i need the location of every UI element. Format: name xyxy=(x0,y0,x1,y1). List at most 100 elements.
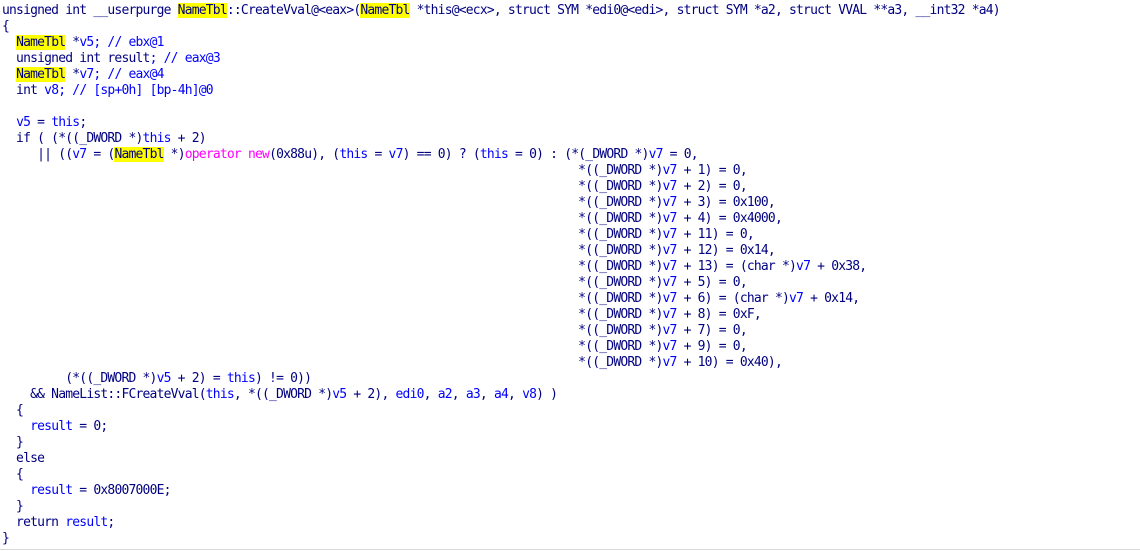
code-token[interactable]: this xyxy=(480,147,509,162)
code-token[interactable]: *((_DWORD *) xyxy=(2,211,663,226)
code-token[interactable]: this xyxy=(227,371,256,386)
highlighted-identifier[interactable]: NameTbl xyxy=(16,35,66,50)
code-token[interactable]: + 10) = 0x40), xyxy=(677,355,783,370)
code-token[interactable]: v5 xyxy=(157,371,172,386)
code-token[interactable]: + 6) = (char *) xyxy=(677,291,790,306)
code-token[interactable]: v7 xyxy=(663,307,678,322)
code-token[interactable]: unsigned int xyxy=(2,51,107,66)
code-token[interactable]: } xyxy=(2,531,10,546)
code-token[interactable]: = 0) : (*(_DWORD *) xyxy=(508,147,649,162)
code-token[interactable]: this xyxy=(339,147,368,162)
code-line[interactable]: else xyxy=(2,451,45,467)
code-line[interactable]: *((_DWORD *)v7 + 8) = 0xF, xyxy=(2,307,762,323)
code-token[interactable]: + 0x14, xyxy=(803,291,860,306)
code-line[interactable]: NameTbl *v7; // eax@4 xyxy=(2,67,164,83)
code-token[interactable]: } xyxy=(2,499,24,514)
code-line[interactable]: *((_DWORD *)v7 + 10) = 0x40), xyxy=(2,355,783,371)
code-line[interactable]: *((_DWORD *)v7 + 1) = 0, xyxy=(2,163,747,179)
code-token[interactable]: this xyxy=(143,131,172,146)
code-line[interactable]: NameTbl *v5; // ebx@1 xyxy=(2,35,164,51)
code-token[interactable]: || (( xyxy=(2,147,73,162)
code-token[interactable]: result xyxy=(30,483,73,498)
code-line[interactable]: result = 0; xyxy=(2,419,108,435)
code-token[interactable]: + 13) = (char *) xyxy=(677,259,797,274)
code-token[interactable]: *((_DWORD *) xyxy=(2,275,663,290)
code-line[interactable]: *((_DWORD *)v7 + 12) = 0x14, xyxy=(2,243,776,259)
code-token[interactable]: *((_DWORD *) xyxy=(2,179,663,194)
code-token[interactable]: + 2) = 0, xyxy=(677,179,748,194)
code-token[interactable]: *((_DWORD *) xyxy=(2,307,663,322)
code-token[interactable]: v7 xyxy=(663,195,678,210)
code-token[interactable]: * xyxy=(65,67,80,82)
code-token[interactable]: = xyxy=(30,115,51,130)
code-token[interactable]: v7 xyxy=(663,323,678,338)
code-token[interactable]: } xyxy=(2,435,24,450)
code-line[interactable]: *((_DWORD *)v7 + 6) = (char *)v7 + 0x14, xyxy=(2,291,860,307)
code-line[interactable]: *((_DWORD *)v7 + 13) = (char *)v7 + 0x38… xyxy=(2,259,867,275)
code-line[interactable]: && NameList::FCreateVval(this, *((_DWORD… xyxy=(2,387,558,403)
highlighted-identifier[interactable]: NameTbl xyxy=(360,3,410,18)
code-token[interactable]: ; // eax@4 xyxy=(93,67,164,82)
code-line[interactable]: || ((v7 = (NameTbl *)operator new(0x88u)… xyxy=(2,147,699,163)
code-token[interactable]: edi0 xyxy=(396,387,425,402)
code-token[interactable]: a4 xyxy=(494,387,509,402)
code-token[interactable]: v7 xyxy=(663,259,678,274)
code-token[interactable]: return xyxy=(2,515,65,530)
code-line[interactable]: *((_DWORD *)v7 + 9) = 0, xyxy=(2,339,747,355)
code-token[interactable]: v8 xyxy=(44,83,59,98)
code-token[interactable]: ::CreateVval@<eax>( xyxy=(227,3,361,18)
code-token[interactable]: this xyxy=(51,115,80,130)
code-token[interactable]: = 0, xyxy=(663,147,699,162)
code-token[interactable]: v7 xyxy=(796,259,811,274)
code-token[interactable]: + 9) = 0, xyxy=(677,339,748,354)
code-token[interactable]: *((_DWORD *) xyxy=(2,163,663,178)
code-token[interactable]: + 8) = 0xF, xyxy=(677,307,762,322)
code-token[interactable]: ) == 0) ? ( xyxy=(403,147,481,162)
code-token[interactable]: v5 xyxy=(16,115,31,130)
code-token[interactable]: *((_DWORD *) xyxy=(2,195,663,210)
code-token[interactable]: , *((_DWORD *) xyxy=(234,387,333,402)
code-token[interactable]: { xyxy=(2,403,24,418)
code-token[interactable]: *((_DWORD *) xyxy=(2,259,663,274)
pseudocode-view[interactable]: unsigned int __userpurge NameTbl::Create… xyxy=(0,0,1140,551)
code-token[interactable]: , xyxy=(452,387,466,402)
code-token[interactable]: result xyxy=(65,515,108,530)
code-token[interactable]: v7 xyxy=(663,243,678,258)
code-line[interactable]: unsigned int result; // eax@3 xyxy=(2,51,221,67)
code-line[interactable]: return result; xyxy=(2,515,115,531)
code-token[interactable]: *((_DWORD *) xyxy=(2,291,663,306)
code-token[interactable]: v7 xyxy=(663,163,678,178)
code-token[interactable]: = 0; xyxy=(72,419,108,434)
code-line[interactable]: { xyxy=(2,467,24,483)
code-token[interactable]: * xyxy=(65,35,80,50)
code-token[interactable]: v5 xyxy=(79,35,94,50)
code-token[interactable] xyxy=(2,35,16,50)
code-token[interactable]: v7 xyxy=(72,147,87,162)
highlighted-identifier[interactable]: NameTbl xyxy=(16,67,66,82)
code-token[interactable]: v7 xyxy=(663,339,678,354)
code-token[interactable]: , xyxy=(508,387,522,402)
code-token[interactable]: int xyxy=(2,83,44,98)
code-line[interactable]: *((_DWORD *)v7 + 11) = 0, xyxy=(2,227,755,243)
code-token[interactable]: = xyxy=(367,147,388,162)
code-token[interactable]: ) != 0)) xyxy=(255,371,312,386)
code-token[interactable]: unsigned int __userpurge xyxy=(2,3,178,18)
code-line[interactable]: } xyxy=(2,531,10,547)
code-line[interactable]: *((_DWORD *)v7 + 7) = 0, xyxy=(2,323,747,339)
code-line[interactable]: if ( (*((_DWORD *)this + 2) xyxy=(2,131,207,147)
code-token[interactable]: *this@<ecx>, struct SYM *edi0@<edi>, str… xyxy=(410,3,1001,18)
code-token[interactable]: (*((_DWORD *) xyxy=(2,371,157,386)
code-token[interactable]: *((_DWORD *) xyxy=(2,323,663,338)
code-token[interactable]: v7 xyxy=(663,179,678,194)
code-token[interactable]: ; xyxy=(79,115,87,130)
code-token[interactable]: *((_DWORD *) xyxy=(2,227,663,242)
code-token[interactable] xyxy=(2,483,30,498)
code-token[interactable]: , xyxy=(480,387,494,402)
highlighted-identifier[interactable]: NameTbl xyxy=(177,3,228,18)
code-token[interactable]: (0x88u), ( xyxy=(269,147,340,162)
code-token[interactable]: v7 xyxy=(663,227,678,242)
code-token[interactable]: + 5) = 0, xyxy=(677,275,748,290)
code-line[interactable]: v5 = this; xyxy=(2,115,87,131)
code-token[interactable]: v7 xyxy=(79,67,94,82)
code-token[interactable]: result xyxy=(107,51,150,66)
